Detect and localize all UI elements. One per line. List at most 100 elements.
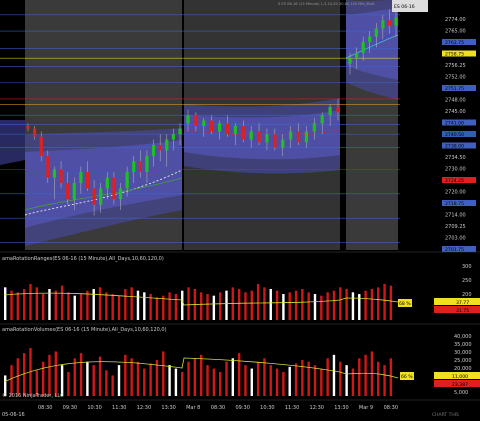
volume-bar-8 [54,351,57,396]
price-label-19: 2703.00 [445,236,466,242]
range-bar-44 [282,294,285,320]
range-bar-25 [162,295,165,320]
candle-body-32 [249,131,253,140]
volume-bar-19 [124,354,127,396]
candle-body-29 [225,123,230,135]
range-bar-45 [288,292,291,320]
volume-bar-34 [218,372,222,396]
volume-bar-28 [181,372,184,396]
candle-body-17 [138,161,142,173]
time-label-10: 11:30 [285,405,299,411]
range-bar-0 [4,287,7,320]
chart-canvas: R2OR-HighOR-MidR-OpenOR-LowR1Y-HighY-Clo… [0,0,480,421]
price-label-18: 2709.25 [445,224,466,230]
range-bar-1 [10,290,13,320]
volatility-band-inner-day2 [184,110,340,160]
volumes-value-red-text: 23,387 [452,382,468,388]
range-bar-21 [136,290,140,320]
watermark: CHART THIS [432,412,459,418]
ranges-axis-label-0: 300 [462,264,472,270]
volumes-axis-label-3: 25,000 [454,358,472,364]
time-label-0: 08:30 [38,405,52,411]
range-bar-29 [187,287,190,320]
candle-body-40 [312,123,316,132]
price-label-0: 2774.00 [445,17,466,23]
time-label-7: 08:30 [211,405,225,411]
range-bar-2 [16,292,20,320]
candle-body-16 [132,161,136,173]
range-bar-42 [269,289,272,320]
range-bar-13 [86,290,89,320]
range-bar-22 [143,292,146,320]
candle-body-36 [281,139,285,148]
range-bar-58 [370,289,374,320]
candle-body-30 [233,126,237,135]
candle-body-1 [33,128,37,137]
price-tag-9: 2741.00 [445,121,464,127]
range-bar-40 [256,284,260,320]
range-bar-50 [320,295,323,320]
candle-body-3 [46,155,50,178]
volume-bar-30 [193,358,197,396]
range-bar-17 [111,294,114,320]
range-bar-47 [301,289,304,320]
volume-bar-37 [237,353,241,396]
price-tag-6: 2751.75 [445,86,464,92]
volume-bar-39 [250,368,253,396]
candle-body-45 [354,52,359,59]
range-bar-55 [351,292,355,320]
price-tag-16: 2718.75 [445,201,464,207]
volume-bar-20 [130,358,133,396]
range-bar-46 [294,290,298,320]
candle-body-21 [165,139,169,151]
volume-bar-61 [389,358,393,396]
range-bar-54 [345,289,348,320]
time-label-3: 11:30 [112,405,126,411]
candle-body-6 [66,182,70,200]
volume-bar-56 [358,358,361,396]
price-label-4: 2756.25 [445,63,466,69]
range-bar-7 [48,289,51,320]
candle-body-35 [273,134,277,148]
volume-bar-38 [244,365,247,396]
candle-body-31 [241,126,245,140]
volume-bar-2 [16,358,20,396]
range-bar-15 [98,287,102,320]
range-bar-20 [130,287,133,320]
candle-body-13 [112,177,116,200]
volumes-badge-text: 66 % [401,374,413,380]
range-bar-5 [35,287,39,320]
price-label-1: 2765.00 [445,29,466,35]
time-label-12: 13:30 [334,405,348,411]
ranges-axis-label-1: 250 [462,278,472,284]
volume-bar-50 [320,368,323,396]
range-bar-34 [218,292,222,320]
candle-body-48 [374,28,378,37]
range-bar-6 [41,294,45,320]
time-label-2: 10:30 [87,405,101,411]
range-bar-38 [244,292,247,320]
range-bar-33 [212,295,216,320]
time-label-1: 09:30 [63,405,77,411]
volume-bar-36 [231,358,235,396]
volume-bar-7 [48,354,51,396]
candle-body-5 [59,169,63,183]
range-bar-26 [168,292,171,320]
time-label-9: 10:30 [260,405,274,411]
volatility-band-left [0,120,25,165]
candle-body-24 [186,115,190,124]
volume-bar-22 [143,368,146,396]
time-label-13: Mar 9 [359,405,373,411]
volume-bar-16 [105,370,108,396]
volume-bar-15 [98,356,102,396]
volume-bar-10 [67,372,70,396]
volume-bar-35 [225,361,228,396]
range-bar-41 [263,287,266,320]
volume-bar-21 [136,361,140,396]
price-label-8: 2745.00 [445,109,466,115]
range-bar-8 [54,290,57,320]
volume-bar-1 [10,365,13,396]
volume-bar-53 [339,361,342,396]
price-label-5: 2752.00 [445,75,466,81]
copyright: © 2016 NinjaTrader, LLC [2,392,64,399]
